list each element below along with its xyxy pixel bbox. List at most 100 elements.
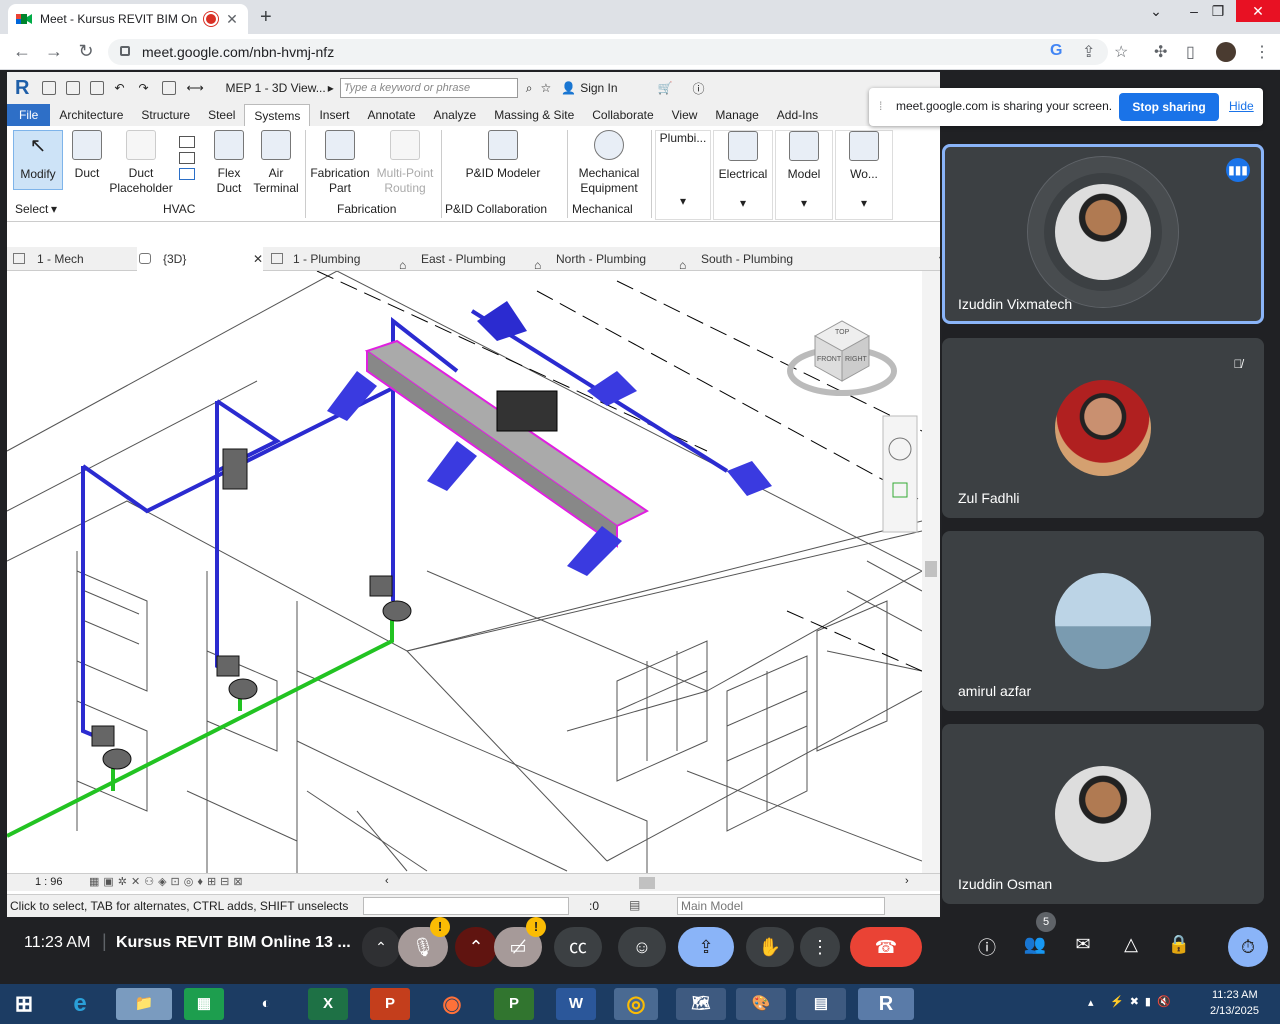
flex-duct-button[interactable]: Flex Duct (211, 130, 247, 196)
tab-search-icon[interactable]: ⌄ (1146, 0, 1166, 22)
browser-tab-meet[interactable]: Meet - Kursus REVIT BIM On ✕ (8, 4, 248, 34)
duct-placeholder-button[interactable]: Duct Placeholder (109, 130, 173, 196)
excel-icon[interactable]: X (308, 988, 348, 1020)
electrical-dropdown[interactable]: Electrical ▾ (713, 130, 773, 220)
scroll-thumb[interactable] (925, 561, 937, 577)
tab-insert[interactable]: Insert (310, 104, 358, 126)
scroll-left-icon[interactable]: ‹ (385, 875, 389, 887)
view-tab-plumbing[interactable]: 1 - Plumbing (269, 247, 395, 271)
select-dropdown-icon[interactable]: ▾ (51, 202, 57, 216)
help-icon[interactable]: ⓘ (693, 80, 705, 97)
view-scale[interactable]: 1 : 96 (35, 876, 63, 888)
timer-icon[interactable]: ⏱ (1228, 927, 1268, 967)
back-icon[interactable]: ← (10, 41, 34, 62)
plumbing-dropdown[interactable]: Plumbi... ▾ (655, 130, 711, 220)
fabrication-part-button[interactable]: Fabrication Part (309, 130, 371, 196)
pid-modeler-button[interactable]: P&ID Modeler (461, 130, 545, 181)
word-icon[interactable]: W (556, 988, 596, 1020)
view-tab-south-plumbing[interactable]: ⌂ South - Plumbing (677, 247, 827, 272)
forward-icon[interactable]: → (42, 41, 66, 62)
modify-button[interactable]: ↖ Modify (13, 130, 63, 190)
notepad-icon[interactable]: ▤ (796, 988, 846, 1020)
firefox-icon[interactable]: ◉ (432, 988, 472, 1020)
binoculars-icon[interactable]: ⌕ (526, 81, 533, 96)
view-tab-mech[interactable]: 1 - Mech (11, 247, 136, 271)
3d-view-canvas[interactable]: TOP FRONT RIGHT (7, 270, 923, 873)
maximize-icon[interactable]: ❐ (1208, 0, 1228, 22)
print-icon[interactable] (162, 81, 177, 95)
filter-icon[interactable]: ▤ (629, 898, 640, 912)
undo-icon[interactable]: ↶ (114, 81, 128, 95)
view-tabs-menu-icon[interactable]: ▾ (919, 247, 940, 271)
share-page-icon[interactable]: ⇪ (1082, 42, 1095, 62)
hide-banner-link[interactable]: Hide (1229, 99, 1254, 113)
view-control-icons[interactable]: ▦▣✲✕⚇◈⊡◎♦⊞⊟⊠ (89, 875, 247, 888)
more-options-up-icon[interactable]: ⌃ (362, 927, 400, 967)
tray-icons[interactable]: ⚡✖▮🔇 (1110, 995, 1177, 1008)
tray-expand-icon[interactable]: ▴ (1088, 996, 1094, 1009)
file-explorer-icon[interactable]: 📁 (116, 988, 172, 1020)
panel-select[interactable]: Select (15, 202, 48, 216)
sync-icon[interactable] (90, 81, 105, 95)
tab-file[interactable]: File (7, 104, 51, 126)
people-icon[interactable]: 👥 (1023, 934, 1047, 955)
mechanical-equipment-button[interactable]: Mechanical Equipment (573, 130, 645, 196)
user-icon[interactable]: 👤 (561, 81, 576, 95)
more-options-button[interactable]: ⋮ (800, 927, 840, 967)
vertical-scrollbar[interactable] (922, 271, 940, 873)
tab-view[interactable]: View (663, 104, 707, 126)
participant-tile[interactable]: ▮▮▮ Izuddin Vixmatech (942, 144, 1264, 324)
tab-add-ins[interactable]: Add-Ins (768, 104, 827, 126)
filter-count[interactable]: :0 (589, 899, 599, 913)
close-tab-icon[interactable]: ✕ (224, 11, 240, 28)
tab-manage[interactable]: Manage (706, 104, 767, 126)
powerpoint-icon[interactable]: P (370, 988, 410, 1020)
close-view-icon[interactable]: ✕ (253, 247, 263, 271)
google-icon[interactable]: G (1050, 42, 1062, 60)
reload-icon[interactable]: ↻ (74, 41, 98, 62)
help-search-input[interactable]: Type a keyword or phrase (339, 78, 518, 98)
meeting-details-icon[interactable]: ⓘ (975, 934, 999, 960)
measure-icon[interactable]: ⟷ (186, 81, 203, 95)
redo-icon[interactable]: ↷ (138, 81, 152, 95)
tab-steel[interactable]: Steel (199, 104, 244, 126)
profile-avatar[interactable] (1216, 42, 1236, 62)
activities-icon[interactable]: △ (1119, 934, 1143, 955)
emoji-button[interactable]: ☺ (618, 927, 666, 967)
work-plane-dropdown[interactable]: Wo... ▾ (835, 130, 893, 220)
view-tab-3d[interactable]: {3D} ✕ (137, 247, 263, 271)
taskbar-date[interactable]: 2/13/2025 (1210, 1005, 1259, 1017)
tab-architecture[interactable]: Architecture (50, 104, 132, 126)
raise-hand-button[interactable]: ✋ (746, 927, 794, 967)
revit-logo-icon[interactable]: R (15, 77, 29, 100)
extensions-icon[interactable]: ✣ (1154, 42, 1167, 62)
save-icon[interactable] (66, 81, 81, 95)
camera-options-icon[interactable]: ⌃ (455, 927, 497, 967)
air-terminal-button[interactable]: Air Terminal (251, 130, 301, 196)
bookmark-star-icon[interactable]: ☆ (1114, 42, 1128, 62)
project-icon[interactable]: P (494, 988, 534, 1020)
side-panel-icon[interactable]: ▯ (1186, 42, 1195, 62)
view-cube[interactable]: TOP FRONT RIGHT (787, 320, 897, 396)
star-icon[interactable]: ☆ (540, 81, 551, 95)
url-input[interactable]: meet.google.com/nbn-hvmj-nfz (108, 39, 1108, 65)
tab-systems[interactable]: Systems (244, 104, 311, 126)
map-app-icon[interactable]: 🗺 (676, 988, 726, 1020)
end-call-button[interactable]: ☎ (850, 927, 922, 967)
chat-icon[interactable]: ✉ (1071, 934, 1095, 955)
drag-handle-icon[interactable]: ⁞ (879, 99, 882, 113)
internet-explorer-icon[interactable]: e (60, 988, 100, 1020)
model-dropdown[interactable]: Model ▾ (775, 130, 833, 220)
view-tab-north-plumbing[interactable]: ⌂ North - Plumbing (532, 247, 677, 272)
navigation-bar[interactable] (882, 415, 918, 533)
tab-analyze[interactable]: Analyze (425, 104, 486, 126)
present-screen-button[interactable]: ⇪ (678, 927, 734, 967)
stop-sharing-button[interactable]: Stop sharing (1119, 93, 1219, 121)
chrome-menu-icon[interactable]: ⋮ (1254, 42, 1270, 62)
new-tab-icon[interactable]: + (260, 6, 272, 29)
captions-button[interactable]: ㏄ (554, 927, 602, 967)
chrome-icon[interactable]: ◎ (614, 988, 658, 1020)
duct-button[interactable]: Duct (67, 130, 107, 181)
participant-tile[interactable]: Izuddin Osman (942, 724, 1264, 904)
multipoint-routing-button[interactable]: Multi-Point Routing (373, 130, 437, 196)
